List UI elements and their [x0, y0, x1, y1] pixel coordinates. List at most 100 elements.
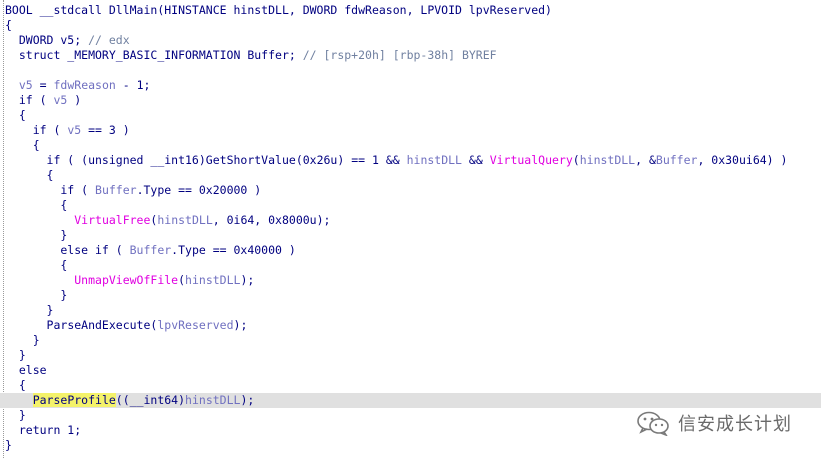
code-line-text: else if ( Buffer.Type == 0x40000 ): [5, 243, 296, 258]
code-token: }: [5, 333, 40, 347]
code-token: {: [5, 258, 68, 272]
code-line[interactable]: if ( Buffer.Type == 0x20000 ): [0, 183, 821, 198]
code-line[interactable]: }: [0, 228, 821, 243]
code-token: {: [5, 168, 54, 182]
code-token: else: [5, 363, 47, 377]
code-token[interactable]: hinstDLL: [157, 213, 212, 227]
code-token: DWORD v5;: [5, 33, 89, 47]
code-token: (: [178, 273, 186, 287]
code-token: else if (: [5, 243, 130, 257]
function-name[interactable]: UnmapViewOfFile: [74, 273, 178, 287]
code-line[interactable]: {: [0, 378, 821, 393]
code-token[interactable]: Buffer: [95, 183, 137, 197]
code-token: .Type == 0x40000 ): [171, 243, 296, 257]
code-token: (0x26u) == 1 &&: [295, 153, 407, 167]
code-token: == 3 ): [81, 123, 130, 137]
code-token[interactable]: Buffer: [656, 153, 698, 167]
code-line[interactable]: v5 = fdwReason - 1;: [0, 78, 821, 93]
code-token: );: [233, 318, 248, 332]
code-line-text: if ( v5 == 3 ): [5, 123, 130, 138]
code-token: =: [32, 78, 54, 92]
code-token: }: [5, 408, 26, 422]
code-token[interactable]: hinstDLL: [185, 273, 240, 287]
code-token[interactable]: v5: [19, 78, 33, 92]
code-line[interactable]: VirtualFree(hinstDLL, 0i64, 0x8000u);: [0, 213, 821, 228]
code-token: ((__int64): [115, 393, 186, 407]
code-line[interactable]: {: [0, 138, 821, 153]
code-line[interactable]: {: [0, 18, 821, 33]
code-line[interactable]: DWORD v5; // edx: [0, 33, 821, 48]
code-line-text: DWORD v5; // edx: [5, 33, 130, 48]
code-token[interactable]: hinstDLL: [185, 393, 240, 407]
code-token[interactable]: Buffer: [130, 243, 172, 257]
code-token[interactable]: fdwReason: [54, 78, 116, 92]
code-line[interactable]: if ( v5 == 3 ): [0, 123, 821, 138]
code-token: {: [5, 18, 12, 32]
code-line-text: }: [5, 288, 67, 303]
function-name[interactable]: ParseProfile: [32, 393, 116, 407]
code-token: }: [5, 303, 54, 317]
code-token: return 1;: [5, 423, 82, 437]
function-name[interactable]: VirtualQuery: [490, 153, 573, 167]
code-line-text: {: [5, 378, 26, 393]
code-token[interactable]: hinstDLL: [580, 153, 635, 167]
code-line[interactable]: UnmapViewOfFile(hinstDLL);: [0, 273, 821, 288]
code-line[interactable]: BOOL __stdcall DllMain(HINSTANCE hinstDL…: [0, 3, 821, 18]
code-token[interactable]: v5: [53, 93, 67, 107]
code-line-text: struct _MEMORY_BASIC_INFORMATION Buffer;…: [5, 48, 497, 63]
code-line-text: if ( (unsigned __int16)GetShortValue(0x2…: [5, 153, 788, 168]
code-line[interactable]: [0, 63, 821, 78]
code-token: BOOL __stdcall DllMain(HINSTANCE hinstDL…: [5, 3, 552, 17]
code-token: - 1;: [115, 78, 151, 92]
code-token: }: [5, 348, 26, 362]
code-line[interactable]: }: [0, 288, 821, 303]
code-token: }: [5, 438, 12, 452]
code-token: );: [240, 273, 255, 287]
code-token: , 0x30ui64) ): [697, 153, 788, 167]
code-token[interactable]: hinstDLL: [407, 153, 462, 167]
code-line-text: {: [5, 108, 26, 123]
code-line[interactable]: }: [0, 303, 821, 318]
watermark: 信安成长计划: [636, 410, 792, 436]
code-line[interactable]: if ( v5 ): [0, 93, 821, 108]
code-line[interactable]: if ( (unsigned __int16)GetShortValue(0x2…: [0, 153, 821, 168]
function-name[interactable]: GetShortValue: [206, 153, 296, 167]
code-line-text: }: [5, 438, 12, 453]
code-token: {: [5, 198, 68, 212]
code-line-text: {: [5, 138, 40, 153]
code-token: (: [572, 153, 580, 167]
code-line[interactable]: }: [0, 438, 821, 453]
function-name[interactable]: ParseAndExecute: [47, 318, 151, 332]
code-token: }: [5, 288, 68, 302]
code-line[interactable]: }: [0, 333, 821, 348]
code-line[interactable]: struct _MEMORY_BASIC_INFORMATION Buffer;…: [0, 48, 821, 63]
code-line-text: }: [5, 303, 54, 318]
code-line-text: }: [5, 228, 67, 243]
code-line-text: ParseProfile((__int64)hinstDLL);: [5, 393, 254, 408]
code-token[interactable]: lpvReserved: [157, 318, 233, 332]
code-line[interactable]: {: [0, 168, 821, 183]
code-token: {: [5, 378, 26, 392]
code-line-text: }: [5, 333, 40, 348]
code-line-text: {: [5, 18, 12, 33]
code-line[interactable]: {: [0, 108, 821, 123]
function-name[interactable]: VirtualFree: [74, 213, 150, 227]
code-line-text: {: [5, 168, 54, 183]
code-token: struct _MEMORY_BASIC_INFORMATION Buffer;: [5, 48, 303, 62]
code-line[interactable]: {: [0, 198, 821, 213]
code-line[interactable]: else if ( Buffer.Type == 0x40000 ): [0, 243, 821, 258]
code-line-text: if ( Buffer.Type == 0x20000 ): [5, 183, 261, 198]
code-line-text: BOOL __stdcall DllMain(HINSTANCE hinstDL…: [5, 3, 552, 18]
code-line[interactable]: ParseAndExecute(lpvReserved);: [0, 318, 821, 333]
code-line[interactable]: ParseProfile((__int64)hinstDLL);: [0, 393, 821, 408]
pseudocode-view[interactable]: BOOL __stdcall DllMain(HINSTANCE hinstDL…: [0, 0, 821, 458]
code-line[interactable]: else: [0, 363, 821, 378]
code-line-text: return 1;: [5, 423, 81, 438]
code-token: ): [67, 93, 82, 107]
code-line-text: VirtualFree(hinstDLL, 0i64, 0x8000u);: [5, 213, 330, 228]
code-line[interactable]: {: [0, 258, 821, 273]
code-line[interactable]: }: [0, 348, 821, 363]
code-token[interactable]: v5: [67, 123, 81, 137]
